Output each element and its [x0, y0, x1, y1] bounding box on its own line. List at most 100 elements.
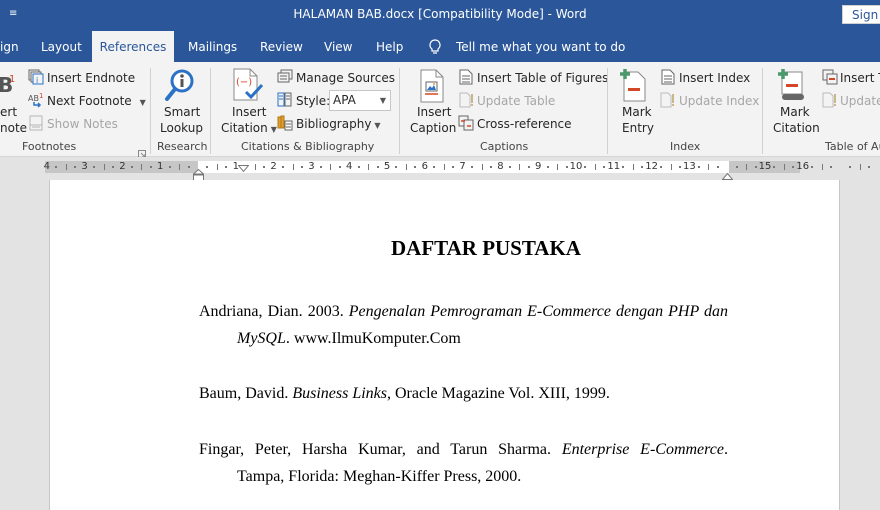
tab-design[interactable]: ign: [0, 31, 20, 62]
ruler-tick: [282, 166, 285, 168]
style-icon: [277, 92, 293, 112]
ruler-number: 4: [346, 161, 353, 172]
ruler-number: 7: [459, 161, 466, 172]
insert-citation-label-2: Citation: [221, 121, 268, 135]
ruler-tick: [867, 166, 870, 168]
insert-citation-label-1[interactable]: Insert: [232, 105, 266, 119]
cross-reference-button[interactable]: Cross-reference: [477, 117, 572, 131]
ruler-tick: [300, 166, 303, 168]
reference-title: Business Links: [292, 385, 387, 402]
insert-endnote-icon: i: [28, 69, 44, 89]
ruler-tick: [216, 164, 218, 170]
reference-line: MySQL. www.IlmuKomputer.Com: [199, 325, 728, 352]
bibliography-icon: [277, 115, 293, 135]
update-index-button[interactable]: Update Index: [679, 94, 759, 108]
mark-citation-label-2[interactable]: Citation: [773, 121, 820, 135]
mark-entry-label-1[interactable]: Mark: [622, 105, 652, 119]
ruler-tick: [754, 166, 757, 168]
insert-footnote-label-2[interactable]: note: [0, 121, 27, 135]
insert-citation-button[interactable]: Citation ▼: [221, 121, 277, 137]
mark-entry-label-2[interactable]: Entry: [622, 121, 654, 135]
document-heading: DAFTAR PUSTAKA: [391, 236, 581, 260]
tab-view[interactable]: View: [324, 31, 352, 62]
group-label-research: Research: [157, 140, 208, 153]
update-table-icon: [459, 92, 475, 112]
insert-table-of-figures-button[interactable]: Insert Table of Figures: [477, 71, 608, 85]
reference-source: Tampa, Florida: Meghan-Kiffer Press, 200…: [237, 468, 522, 485]
reference-entry: Fingar, Peter, Harsha Kumar, and Tarun S…: [199, 436, 728, 490]
ruler-tick: [357, 166, 360, 168]
insert-index-button[interactable]: Insert Index: [679, 71, 750, 85]
style-dropdown[interactable]: APA ▼: [329, 90, 391, 111]
reference-source: , Oracle Magazine Vol. XIII, 1999.: [387, 385, 610, 402]
ribbon-tabs: ign Layout References Mailings Review Vi…: [0, 31, 880, 62]
insert-citation-icon[interactable]: (−): [232, 68, 264, 106]
chevron-down-icon: ▼: [270, 125, 277, 134]
ruler-number: 13: [683, 161, 696, 172]
ruler-tick: [697, 166, 700, 168]
tell-me-search[interactable]: Tell me what you want to do: [428, 31, 625, 62]
tab-help[interactable]: Help: [376, 31, 403, 62]
insert-table-of-authorities-button[interactable]: Insert Ta: [840, 71, 880, 85]
ruler-number: 5: [383, 161, 391, 172]
bibliography-button[interactable]: Bibliography ▼: [296, 117, 381, 133]
ruler-tick: [716, 166, 719, 168]
svg-text:i: i: [36, 76, 38, 85]
ruler-tick: [708, 164, 710, 170]
reference-punctuation: .: [724, 441, 728, 458]
mark-entry-icon[interactable]: [620, 68, 648, 106]
horizontal-ruler[interactable]: 4 3 2 1 1 2 3 4 5 6 7 8 9 10 11 12 13 15 16: [44, 161, 870, 173]
ruler-tick: [443, 164, 445, 170]
ruler-tick: [859, 164, 861, 170]
reference-title: MySQL: [237, 330, 286, 347]
sign-in-button[interactable]: Sign in: [842, 5, 880, 24]
ruler-tick: [849, 166, 852, 168]
ruler-tick: [792, 166, 795, 168]
ruler-tick: [103, 164, 105, 170]
ruler-number: 2: [119, 161, 126, 172]
manage-sources-button[interactable]: Manage Sources: [296, 71, 395, 85]
ruler-tick: [546, 166, 549, 168]
insert-footnote-icon[interactable]: B1: [0, 70, 16, 98]
update-table-button[interactable]: Update Table: [477, 94, 555, 108]
show-notes-button[interactable]: Show Notes: [47, 117, 118, 131]
insert-caption-icon[interactable]: [420, 69, 444, 107]
svg-text:1: 1: [9, 74, 15, 85]
ribbon-references: B1 ert note i Insert Endnote AB 1 Next Fo…: [0, 62, 880, 158]
ruler-tick: [489, 166, 492, 168]
ruler-tick: [292, 164, 294, 170]
ruler-tick: [414, 166, 417, 168]
ruler-tick: [433, 166, 436, 168]
mark-citation-label-1[interactable]: Mark: [780, 105, 810, 119]
ruler-tick: [254, 164, 256, 170]
ruler-tick: [678, 166, 681, 168]
smart-lookup-label-1[interactable]: Smart: [164, 105, 200, 119]
ruler-number: 3: [308, 161, 315, 172]
group-label-index: Index: [670, 140, 701, 153]
first-line-indent-marker[interactable]: [237, 158, 250, 177]
ruler-tick: [74, 166, 77, 168]
ruler-tick: [179, 164, 181, 170]
ruler-tick: [319, 166, 322, 168]
reference-author: Baum, David.: [199, 385, 293, 402]
tell-me-label: Tell me what you want to do: [456, 40, 626, 54]
svg-text:(−): (−): [236, 77, 252, 88]
update-toa-button[interactable]: Update: [840, 94, 880, 108]
tab-mailings[interactable]: Mailings: [188, 31, 237, 62]
lightbulb-icon: [429, 39, 441, 54]
insert-caption-label-2[interactable]: Caption: [410, 121, 456, 135]
tab-references[interactable]: References: [92, 31, 174, 62]
mark-citation-icon[interactable]: [778, 68, 808, 106]
bibliography-label: Bibliography: [296, 117, 372, 131]
smart-lookup-icon[interactable]: [164, 68, 196, 106]
ruler-tick: [603, 166, 606, 168]
tab-review[interactable]: Review: [260, 31, 303, 62]
next-footnote-button[interactable]: Next Footnote ▼: [47, 94, 146, 110]
tab-layout[interactable]: Layout: [41, 31, 82, 62]
manage-sources-icon: [277, 69, 293, 89]
insert-caption-label-1[interactable]: Insert: [417, 105, 451, 119]
smart-lookup-label-2[interactable]: Lookup: [160, 121, 203, 135]
insert-footnote-label-1[interactable]: ert: [0, 105, 17, 119]
ruler-tick: [481, 164, 483, 170]
insert-endnote-button[interactable]: Insert Endnote: [47, 71, 135, 85]
